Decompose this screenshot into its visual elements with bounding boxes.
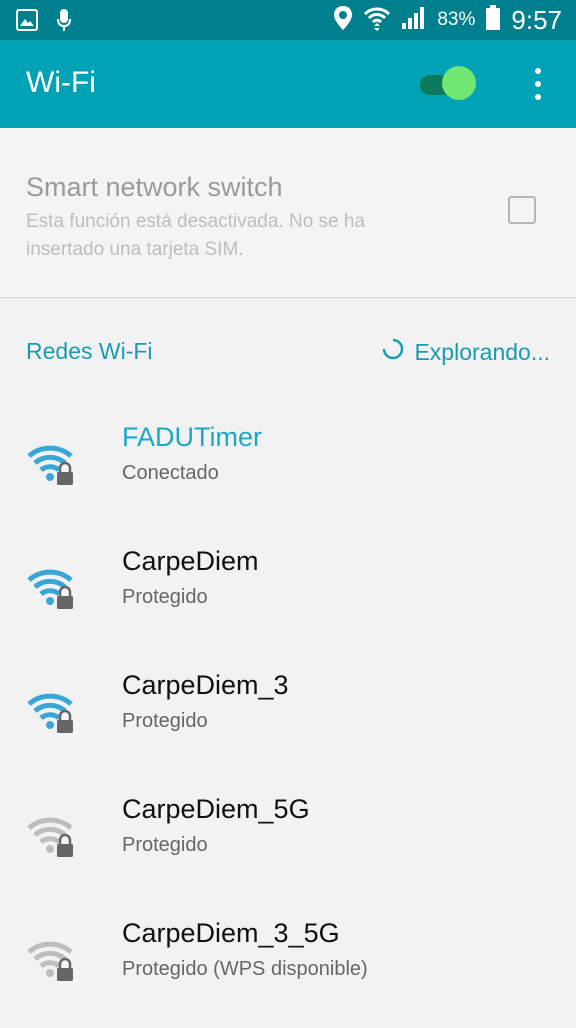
page-title: Wi-Fi [26,66,96,99]
image-icon [16,9,38,36]
network-item[interactable]: CarpeDiem Protegido [0,546,576,656]
smart-switch-title: Smart network switch [26,172,283,202]
location-icon [333,5,353,36]
wifi-lock-icon [26,688,78,736]
wifi-lock-icon [26,564,78,612]
smart-network-switch-row[interactable]: Smart network switch Esta función está d… [0,128,576,298]
wifi-lock-icon [26,440,78,488]
network-status: Protegido (WPS disponible) [122,958,368,980]
network-status: Protegido [122,834,208,856]
scan-status-label: Explorando... [414,338,550,365]
network-status: Conectado [122,462,219,484]
wifi-lock-icon [26,936,78,984]
network-item[interactable]: CarpeDiem_3 Protegido [0,670,576,780]
networks-section-title: Redes Wi-Fi [26,338,153,364]
clock: 9:57 [511,4,562,35]
network-name: CarpeDiem_5G [122,794,310,824]
network-name: CarpeDiem_3_5G [122,918,340,948]
scan-status: Explorando... [382,338,550,366]
status-bar-right: 83% 9:57 [333,4,562,36]
battery-icon [485,4,501,36]
more-options-icon[interactable] [528,68,548,100]
network-name: CarpeDiem_3 [122,670,289,700]
signal-icon [401,6,427,35]
status-bar: 83% 9:57 [0,0,576,40]
wifi-status-icon [363,5,391,36]
network-item[interactable]: CarpeDiem_5G Protegido [0,794,576,904]
network-name: FADUTimer [122,422,262,452]
status-bar-left [16,8,72,37]
spinner-icon [382,338,404,366]
wifi-lock-icon [26,812,78,860]
network-item[interactable]: FADUTimer Conectado [0,422,576,532]
wifi-toggle[interactable] [416,66,478,102]
battery-percent: 83% [437,9,476,30]
toggle-thumb [442,66,476,100]
mic-icon [56,8,72,37]
network-status: Protegido [122,710,208,732]
app-bar: Wi-Fi [0,40,576,128]
network-item[interactable]: CarpeDiem_3_5G Protegido (WPS disponible) [0,918,576,1028]
network-status: Protegido [122,586,208,608]
network-name: CarpeDiem [122,546,259,576]
smart-switch-checkbox[interactable] [508,196,536,224]
smart-switch-description: Esta función está desactivada. No se ha … [26,211,366,260]
divider [0,297,576,298]
